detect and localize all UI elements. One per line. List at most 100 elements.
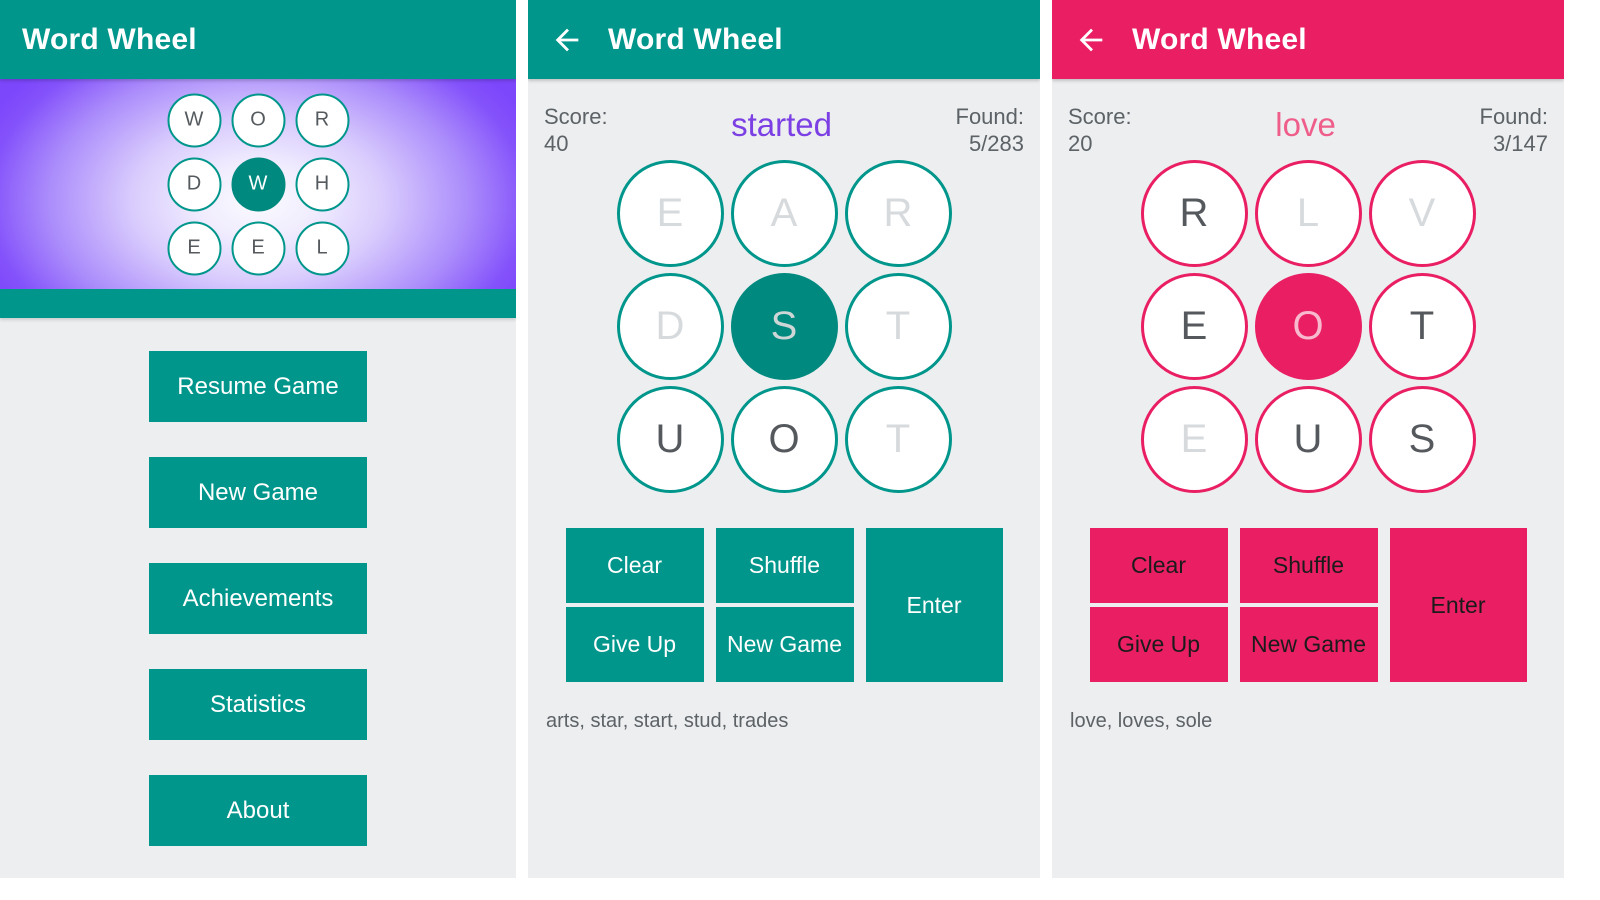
give-up-button[interactable]: Give Up bbox=[565, 607, 704, 682]
status-row: Score: 40 started Found: 5/283 bbox=[544, 79, 1025, 158]
letter-tile-8[interactable]: S bbox=[1368, 386, 1476, 493]
screenshot-collage: Word Wheel W O R D W H E E L Resume Game… bbox=[0, 0, 1600, 900]
hero-letter-grid: W O R D W H E E L bbox=[163, 89, 354, 280]
found-label: Found: bbox=[1479, 104, 1549, 129]
hero-letter-5: H bbox=[295, 157, 349, 211]
found-label: Found: bbox=[955, 104, 1025, 129]
action-pad: Clear Shuffle Enter Give Up New Game bbox=[544, 528, 1024, 682]
statistics-button[interactable]: Statistics bbox=[149, 669, 367, 740]
letter-wheel: E A R D S T U O T bbox=[544, 157, 1024, 496]
wheel-cell: E bbox=[1137, 270, 1251, 383]
achievements-button[interactable]: Achievements bbox=[149, 563, 367, 634]
wheel-cell: D bbox=[613, 270, 727, 383]
letter-tile-center[interactable]: S bbox=[730, 273, 838, 380]
shuffle-button[interactable]: Shuffle bbox=[1239, 528, 1378, 603]
hero-cell: D bbox=[163, 153, 226, 216]
wheel-cell: U bbox=[1251, 383, 1365, 496]
letter-tile-1[interactable]: L bbox=[1254, 160, 1362, 267]
wheel-cell: T bbox=[1365, 270, 1479, 383]
enter-button[interactable]: Enter bbox=[865, 528, 1003, 682]
hero-letter-8: L bbox=[295, 221, 349, 275]
current-word: started bbox=[731, 106, 832, 143]
letter-wheel: R L V E O T E U S bbox=[1068, 157, 1548, 496]
hero-letter-4: W bbox=[231, 157, 285, 211]
hero-letter-2: R bbox=[295, 93, 349, 147]
resume-game-button[interactable]: Resume Game bbox=[149, 351, 367, 422]
shuffle-button[interactable]: Shuffle bbox=[715, 528, 854, 603]
hero-letter-0: W bbox=[167, 93, 221, 147]
enter-button[interactable]: Enter bbox=[1389, 528, 1527, 682]
letter-tile-8[interactable]: T bbox=[844, 386, 952, 493]
give-up-button[interactable]: Give Up bbox=[1089, 607, 1228, 682]
letter-tile-center[interactable]: O bbox=[1254, 273, 1362, 380]
found-words-list: arts, star, start, stud, trades bbox=[546, 710, 789, 732]
hero-cell: L bbox=[291, 217, 354, 280]
letter-tile-5[interactable]: T bbox=[1368, 273, 1476, 380]
hero-cell: E bbox=[227, 217, 290, 280]
letter-tile-1[interactable]: A bbox=[730, 160, 838, 267]
found-value: 5/283 bbox=[968, 130, 1024, 156]
wheel-cell: T bbox=[841, 383, 955, 496]
letter-tile-2[interactable]: R bbox=[844, 160, 952, 267]
hero-cell: R bbox=[291, 89, 354, 152]
app-title: Word Wheel bbox=[608, 22, 783, 56]
game-screen-teal: Word Wheel Score: 40 started Found: 5/28… bbox=[528, 0, 1040, 878]
app-title: Word Wheel bbox=[22, 22, 197, 56]
menu-screen: Word Wheel W O R D W H E E L Resume Game… bbox=[0, 0, 516, 878]
app-title: Word Wheel bbox=[1132, 22, 1307, 56]
letter-tile-2[interactable]: V bbox=[1368, 160, 1476, 267]
wheel-cell: E bbox=[1137, 383, 1251, 496]
wheel-cell: L bbox=[1251, 157, 1365, 270]
app-bar-menu: Word Wheel bbox=[0, 0, 516, 79]
wheel-cell: R bbox=[1137, 157, 1251, 270]
wheel-cell: R bbox=[841, 157, 955, 270]
clear-button[interactable]: Clear bbox=[565, 528, 704, 603]
hero-letter-1: O bbox=[231, 93, 285, 147]
hero-cell: O bbox=[227, 89, 290, 152]
letter-tile-6[interactable]: U bbox=[616, 386, 724, 493]
score-value: 20 bbox=[1068, 130, 1093, 156]
hero-banner: W O R D W H E E L bbox=[0, 79, 516, 289]
about-button[interactable]: About bbox=[149, 775, 367, 846]
hero-cell: H bbox=[291, 153, 354, 216]
wheel-cell: S bbox=[727, 270, 841, 383]
hero-cell: W bbox=[227, 153, 290, 216]
wheel-cell: A bbox=[727, 157, 841, 270]
clear-button[interactable]: Clear bbox=[1089, 528, 1228, 603]
action-pad: Clear Shuffle Enter Give Up New Game bbox=[1068, 528, 1548, 682]
game-body: Score: 20 love Found: 3/147 R L V E O T … bbox=[1052, 79, 1564, 733]
app-bar-game-pink: Word Wheel bbox=[1052, 0, 1564, 79]
hero-letter-7: E bbox=[231, 221, 285, 275]
score-label: Score: bbox=[1068, 104, 1132, 129]
new-game-button[interactable]: New Game bbox=[715, 607, 854, 682]
wheel-cell: O bbox=[1251, 270, 1365, 383]
letter-tile-5[interactable]: T bbox=[844, 273, 952, 380]
new-game-button[interactable]: New Game bbox=[1239, 607, 1378, 682]
score-label: Score: bbox=[544, 104, 608, 129]
letter-tile-0[interactable]: R bbox=[1140, 160, 1248, 267]
score-block: Score: 20 bbox=[1068, 104, 1132, 158]
status-row: Score: 20 love Found: 3/147 bbox=[1068, 79, 1549, 158]
wheel-cell: S bbox=[1365, 383, 1479, 496]
found-value: 3/147 bbox=[1492, 130, 1548, 156]
letter-tile-7[interactable]: O bbox=[730, 386, 838, 493]
arrow-left-icon[interactable] bbox=[550, 23, 584, 57]
hero-letter-3: D bbox=[167, 157, 221, 211]
game-body: Score: 40 started Found: 5/283 E A R D S… bbox=[528, 79, 1040, 733]
main-menu-list: Resume Game New Game Achievements Statis… bbox=[0, 318, 516, 846]
wheel-cell: V bbox=[1365, 157, 1479, 270]
wheel-cell: O bbox=[727, 383, 841, 496]
letter-tile-6[interactable]: E bbox=[1140, 386, 1248, 493]
hero-cell: E bbox=[163, 217, 226, 280]
wheel-cell: U bbox=[613, 383, 727, 496]
arrow-left-icon[interactable] bbox=[1074, 23, 1108, 57]
found-block: Found: 5/283 bbox=[956, 104, 1025, 158]
new-game-button[interactable]: New Game bbox=[149, 457, 367, 528]
letter-tile-3[interactable]: E bbox=[1140, 273, 1248, 380]
letter-tile-7[interactable]: U bbox=[1254, 386, 1362, 493]
app-bar-game-teal: Word Wheel bbox=[528, 0, 1040, 79]
found-block: Found: 3/147 bbox=[1480, 104, 1549, 158]
letter-tile-3[interactable]: D bbox=[616, 273, 724, 380]
game-screen-pink: Word Wheel Score: 20 love Found: 3/147 R… bbox=[1052, 0, 1564, 878]
letter-tile-0[interactable]: E bbox=[616, 160, 724, 267]
